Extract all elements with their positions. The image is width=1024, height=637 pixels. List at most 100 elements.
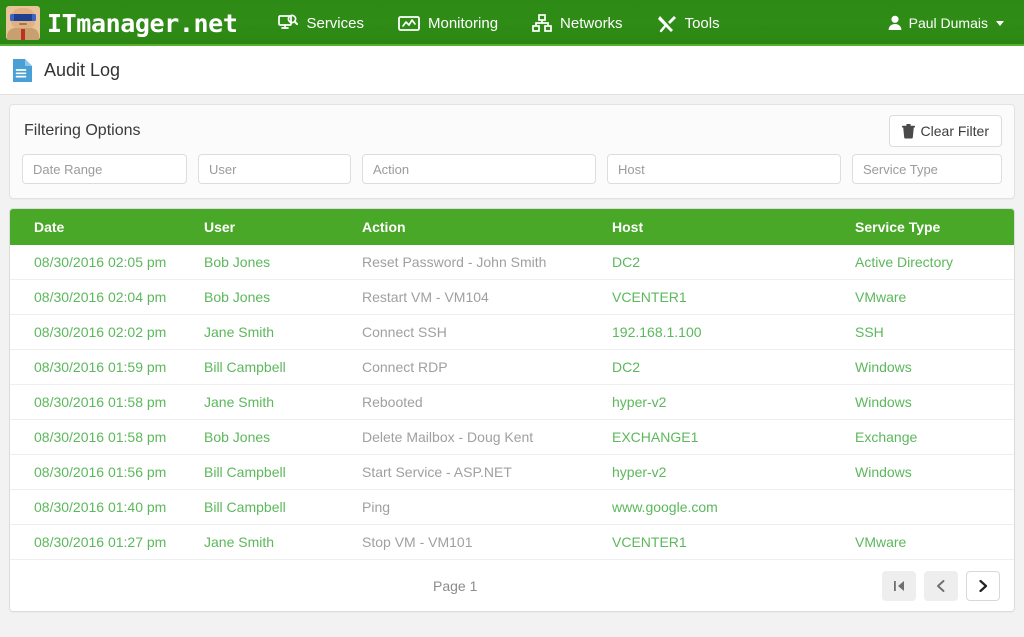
cell-user[interactable]: Bill Campbell (190, 454, 348, 490)
nav-label-networks: Networks (560, 14, 623, 32)
table-row[interactable]: 08/30/2016 01:27 pm Jane Smith Stop VM - V… (10, 524, 1014, 559)
nav-item-networks[interactable]: Networks (515, 0, 640, 46)
cell-date[interactable]: 08/30/2016 02:04 pm (10, 279, 190, 315)
column-header-action[interactable]: Action (348, 209, 598, 245)
cell-user[interactable]: Bob Jones (190, 279, 348, 315)
audit-log-table: 08/30/2016 02:05 pm Bob Jones Reset Passwo… (10, 245, 1014, 559)
cell-action: Restart VM - VM104 (348, 279, 598, 315)
table-row[interactable]: 08/30/2016 01:40 pm Bill Campbell Ping www.… (10, 489, 1014, 525)
cell-date[interactable]: 08/30/2016 02:05 pm (10, 245, 190, 280)
table-row[interactable]: 08/30/2016 01:58 pm Bob Jones Delete Mailb… (10, 419, 1014, 455)
cell-host[interactable]: 192.168.1.100 (598, 314, 841, 350)
cell-service-type[interactable]: Windows (841, 454, 1014, 490)
mascot-icon (6, 6, 40, 40)
table-body: 08/30/2016 02:05 pm Bob Jones Reset Passwo… (10, 245, 1014, 559)
cell-date[interactable]: 08/30/2016 01:58 pm (10, 384, 190, 420)
cell-user[interactable]: Jane Smith (190, 384, 348, 420)
cell-action: Rebooted (348, 384, 598, 420)
cell-service-type[interactable]: VMware (841, 524, 1014, 559)
cell-user[interactable]: Bob Jones (190, 419, 348, 455)
cell-service-type[interactable]: Active Directory (841, 245, 1014, 280)
cell-user[interactable]: Bob Jones (190, 245, 348, 280)
cell-date[interactable]: 08/30/2016 02:02 pm (10, 314, 190, 350)
table-row[interactable]: 08/30/2016 02:04 pm Bob Jones Restart VM -… (10, 279, 1014, 315)
cell-host[interactable]: www.google.com (598, 489, 841, 525)
table-row[interactable]: 08/30/2016 01:58 pm Jane Smith Rebooted hyp… (10, 384, 1014, 420)
nav-label-tools: Tools (684, 14, 720, 32)
user-input[interactable] (198, 154, 351, 184)
cell-host[interactable]: hyper-v2 (598, 454, 841, 490)
page-title: Audit Log (44, 59, 121, 80)
cell-date[interactable]: 08/30/2016 01:59 pm (10, 349, 190, 385)
filtering-options-heading: Filtering Options (24, 122, 141, 139)
cell-action: Connect SSH (348, 314, 598, 350)
user-menu[interactable]: Paul Dumais (882, 0, 1010, 46)
cell-user[interactable]: Jane Smith (190, 524, 348, 559)
chevron-right-icon (979, 579, 988, 592)
cell-action: Stop VM - VM101 (348, 524, 598, 559)
cell-user[interactable]: Bill Campbell (190, 489, 348, 525)
nav-item-services[interactable]: Services (261, 0, 381, 46)
cell-date[interactable]: 08/30/2016 01:58 pm (10, 419, 190, 455)
cell-host[interactable]: DC2 (598, 349, 841, 385)
cell-service-type[interactable]: Windows (841, 349, 1014, 385)
brand-logo[interactable]: ITmanager.net (6, 6, 238, 40)
pagination-bar: Page 1 (10, 559, 1014, 611)
page-title-bar: Audit Log (0, 46, 1024, 95)
cell-service-type[interactable]: VMware (841, 279, 1014, 315)
service-type-input[interactable] (852, 154, 1002, 184)
table-row[interactable]: 08/30/2016 01:56 pm Bill Campbell Start Se… (10, 454, 1014, 490)
cell-user[interactable]: Jane Smith (190, 314, 348, 350)
user-icon (888, 15, 902, 31)
first-page-icon (894, 580, 904, 591)
table-row[interactable]: 08/30/2016 02:05 pm Bob Jones Reset Passwo… (10, 245, 1014, 280)
filter-field-row (22, 154, 1002, 184)
cell-action: Connect RDP (348, 349, 598, 385)
table-row[interactable]: 08/30/2016 01:59 pm Bill Campbell Connect … (10, 349, 1014, 385)
nav-item-tools[interactable]: Tools (640, 0, 737, 46)
cell-date[interactable]: 08/30/2016 01:40 pm (10, 489, 190, 525)
cell-host[interactable]: VCENTER1 (598, 279, 841, 315)
pagination-buttons (882, 570, 1000, 601)
table-scroll-region[interactable]: 08/30/2016 02:05 pm Bob Jones Reset Passwo… (10, 245, 1014, 559)
cell-host[interactable]: DC2 (598, 245, 841, 280)
nav-label-services: Services (306, 14, 364, 32)
cell-host[interactable]: VCENTER1 (598, 524, 841, 559)
cell-date[interactable]: 08/30/2016 01:27 pm (10, 524, 190, 559)
nav-label-monitoring: Monitoring (428, 14, 499, 32)
cell-host[interactable]: EXCHANGE1 (598, 419, 841, 455)
cell-service-type[interactable] (841, 489, 1014, 525)
action-input[interactable] (362, 154, 596, 184)
cell-service-type[interactable]: SSH (841, 314, 1014, 350)
cell-host[interactable]: hyper-v2 (598, 384, 841, 420)
trash-icon (901, 123, 915, 139)
document-icon (12, 58, 33, 83)
top-navigation-bar: ITmanager.net Services Monitoring Networ… (0, 0, 1024, 46)
cell-action: Ping (348, 489, 598, 525)
next-page-button[interactable] (966, 570, 1000, 601)
cell-service-type[interactable]: Windows (841, 384, 1014, 420)
cell-service-type[interactable]: Exchange (841, 419, 1014, 455)
chart-monitor-icon (398, 15, 420, 32)
date-range-input[interactable] (22, 154, 187, 184)
previous-page-button[interactable] (924, 570, 958, 601)
cell-action: Reset Password - John Smith (362, 254, 547, 270)
nav-item-monitoring[interactable]: Monitoring (381, 0, 515, 46)
cell-action: Delete Mailbox - Doug Kent (348, 419, 598, 455)
cell-user[interactable]: Bill Campbell (190, 349, 348, 385)
sitemap-icon (532, 14, 552, 32)
caret-down-icon (996, 20, 1004, 26)
column-header-host[interactable]: Host (598, 209, 841, 245)
cell-date[interactable]: 08/30/2016 01:56 pm (10, 454, 190, 490)
column-header-date[interactable]: Date (10, 209, 190, 245)
chevron-left-icon (937, 579, 945, 592)
clear-filter-label: Clear Filter (920, 123, 989, 139)
cell-action: Start Service - ASP.NET (348, 454, 598, 490)
host-input[interactable] (607, 154, 841, 184)
column-header-service-type[interactable]: Service Type (841, 209, 1014, 245)
first-page-button[interactable] (882, 570, 916, 601)
clear-filter-button[interactable]: Clear Filter (888, 115, 1002, 147)
monitor-search-icon (278, 14, 299, 32)
column-header-user[interactable]: User (190, 209, 348, 245)
table-row[interactable]: 08/30/2016 02:02 pm Jane Smith Connect SSH… (10, 314, 1014, 350)
